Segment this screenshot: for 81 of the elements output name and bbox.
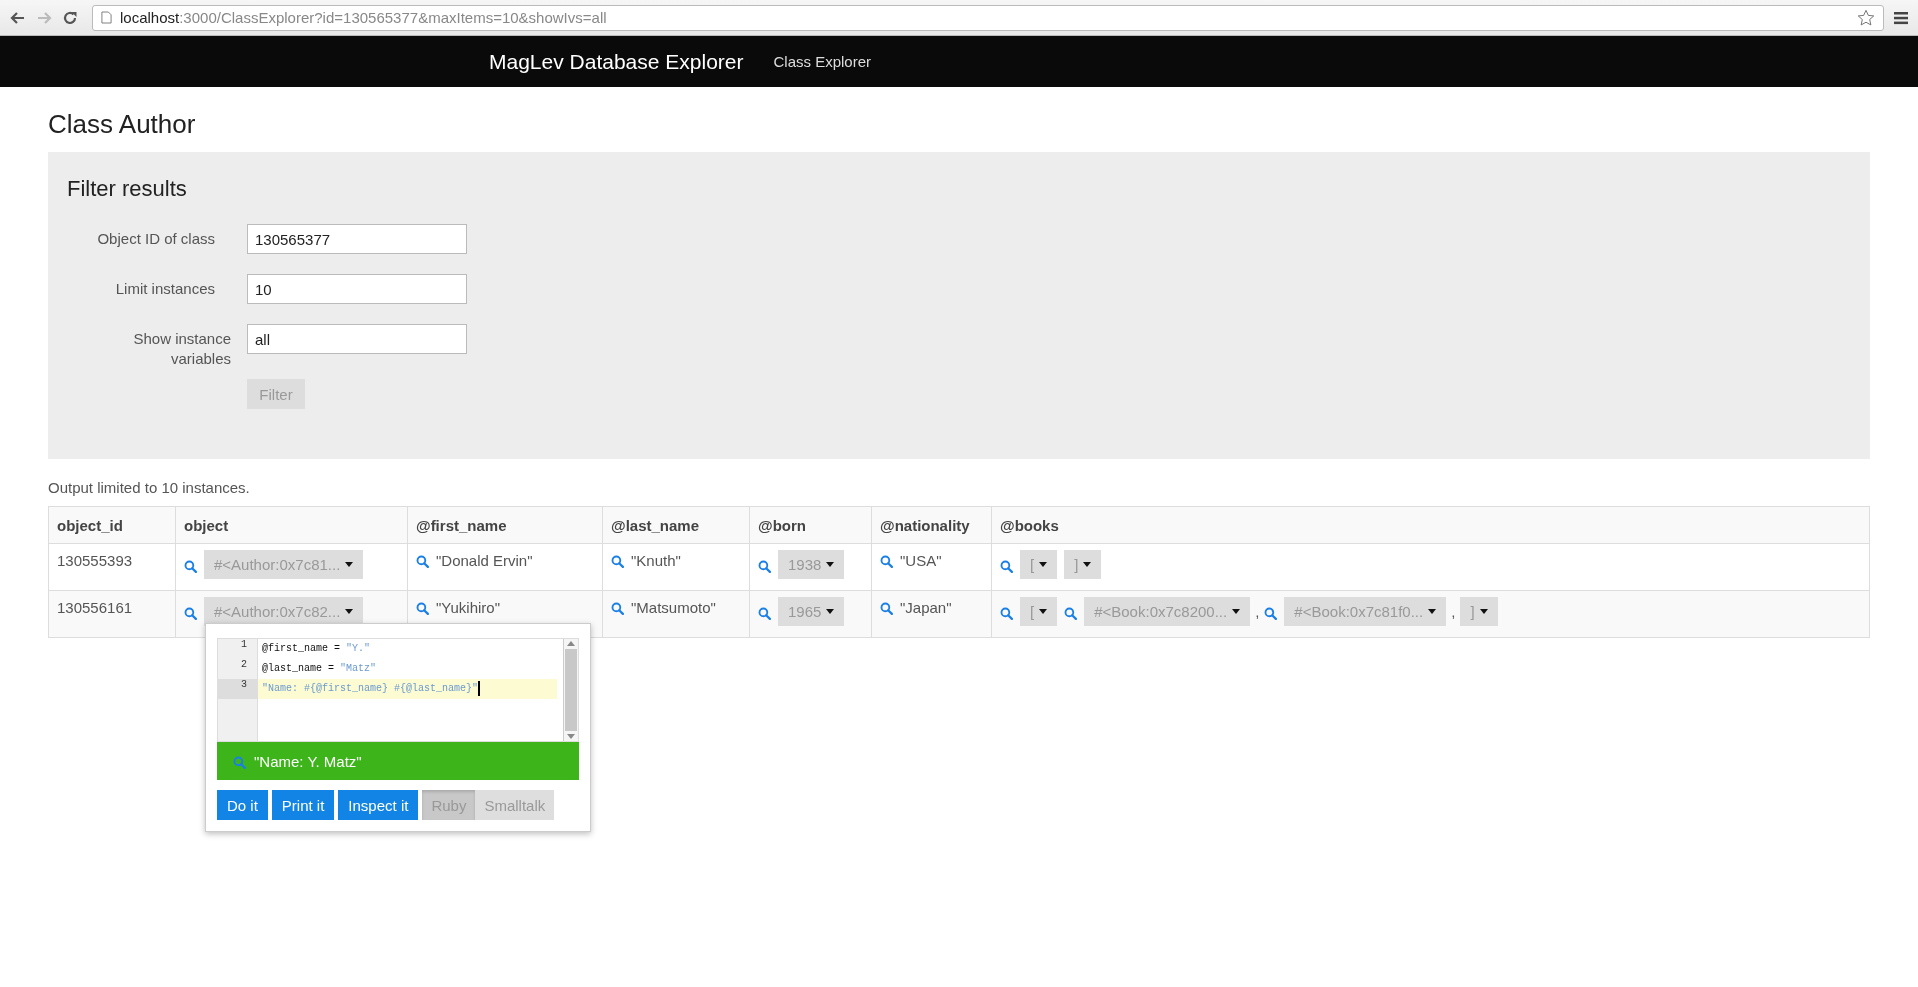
- search-icon[interactable]: [184, 607, 197, 620]
- value-dropdown[interactable]: 1965: [778, 597, 845, 626]
- search-icon[interactable]: [1000, 607, 1013, 620]
- brand-link[interactable]: MagLev Database Explorer: [489, 49, 744, 74]
- column-header: @nationality: [871, 506, 992, 544]
- result-text: "Name: Y. Matz": [254, 752, 362, 770]
- search-icon[interactable]: [184, 560, 197, 573]
- value-text: "USA": [900, 552, 942, 569]
- caret-icon: [345, 609, 354, 614]
- search-icon[interactable]: [416, 555, 429, 568]
- menu-icon[interactable]: [1894, 10, 1908, 25]
- output-note: Output limited to 10 instances.: [48, 479, 251, 496]
- value-text: "Donald Ervin": [436, 552, 533, 569]
- code-line: @last_name = "Matz": [261, 662, 378, 676]
- value-dropdown[interactable]: #<Book:0x7c81f0...: [1284, 597, 1447, 626]
- value-dropdown[interactable]: [: [1020, 550, 1058, 579]
- column-header: @first_name: [407, 506, 603, 544]
- column-header: object: [175, 506, 408, 544]
- reload-icon[interactable]: [62, 9, 78, 26]
- field-label: Show instance variables: [132, 329, 231, 369]
- value-text: "Yukihiro": [436, 599, 500, 616]
- field-label: Limit instances: [114, 279, 216, 299]
- value-dropdown[interactable]: ]: [1064, 550, 1102, 579]
- action-button[interactable]: Inspect it: [338, 790, 419, 820]
- scroll-down-icon[interactable]: [567, 734, 575, 739]
- caret-icon: [1083, 562, 1092, 567]
- search-icon[interactable]: [611, 602, 624, 615]
- column-header: @books: [991, 506, 1870, 544]
- search-icon[interactable]: [758, 607, 771, 620]
- search-icon[interactable]: [416, 602, 429, 615]
- column-header: @born: [749, 506, 872, 544]
- code-line: @first_name = "Y.": [261, 642, 372, 656]
- caret-icon: [1479, 609, 1488, 614]
- separator-text: ,: [1255, 603, 1260, 620]
- nav-link[interactable]: Class Explorer: [773, 53, 871, 70]
- value-dropdown[interactable]: [: [1020, 597, 1058, 626]
- cell-text: 130556161: [57, 599, 133, 616]
- caret-icon: [1232, 609, 1241, 614]
- search-icon[interactable]: [880, 555, 893, 568]
- search-icon[interactable]: [1000, 560, 1013, 573]
- scrollbar[interactable]: [563, 639, 578, 741]
- input-field[interactable]: all: [247, 324, 467, 354]
- value-dropdown[interactable]: #<Author:0x7c81...: [204, 550, 364, 579]
- input-field[interactable]: 10: [247, 274, 467, 304]
- language-tab[interactable]: Smalltalk: [475, 790, 555, 820]
- star-icon[interactable]: [1857, 8, 1875, 27]
- value-text: "Matsumoto": [631, 599, 716, 616]
- line-number: 3: [218, 679, 257, 699]
- search-icon[interactable]: [880, 602, 893, 615]
- caret-icon: [826, 609, 835, 614]
- page-icon: [101, 11, 112, 24]
- panel-title: Filter results: [67, 176, 188, 202]
- action-button[interactable]: Print it: [271, 790, 335, 820]
- code-editor[interactable]: 1 2 3 @first_name = "Y." @last_name = "Matz" "Name: #{@first_name} #{@last_name}": [217, 638, 579, 742]
- caret-icon: [1039, 609, 1048, 614]
- search-icon[interactable]: [1264, 607, 1278, 620]
- line-number: 2: [240, 659, 248, 672]
- caret-icon: [1428, 609, 1437, 614]
- field-label: Object ID of class: [96, 229, 216, 249]
- back-icon[interactable]: [10, 9, 26, 26]
- action-button[interactable]: Do it: [217, 790, 268, 820]
- value-dropdown[interactable]: 1938: [778, 550, 845, 579]
- search-icon[interactable]: [1064, 607, 1078, 620]
- caret-icon: [1039, 562, 1048, 567]
- input-field[interactable]: 130565377: [247, 224, 467, 254]
- value-text: "Japan": [900, 599, 952, 616]
- search-icon[interactable]: [758, 560, 771, 573]
- separator-text: ,: [1451, 603, 1456, 620]
- column-header: @last_name: [602, 506, 750, 544]
- page-title: Class Author: [48, 108, 197, 141]
- column-header: object_id: [48, 506, 176, 544]
- value-dropdown[interactable]: #<Book:0x7c8200...: [1084, 597, 1251, 626]
- caret-icon: [345, 562, 354, 567]
- scroll-up-icon[interactable]: [567, 641, 575, 646]
- value-dropdown[interactable]: ]: [1460, 597, 1498, 626]
- address-field[interactable]: localhost:3000/ClassExplorer?id=130565377&maxItems=10&showIvs=all: [92, 4, 1884, 31]
- line-number: 1: [240, 639, 248, 652]
- search-icon[interactable]: [611, 555, 624, 568]
- caret-icon: [826, 562, 835, 567]
- value-text: "Knuth": [631, 552, 681, 569]
- cell-text: 130555393: [57, 552, 133, 569]
